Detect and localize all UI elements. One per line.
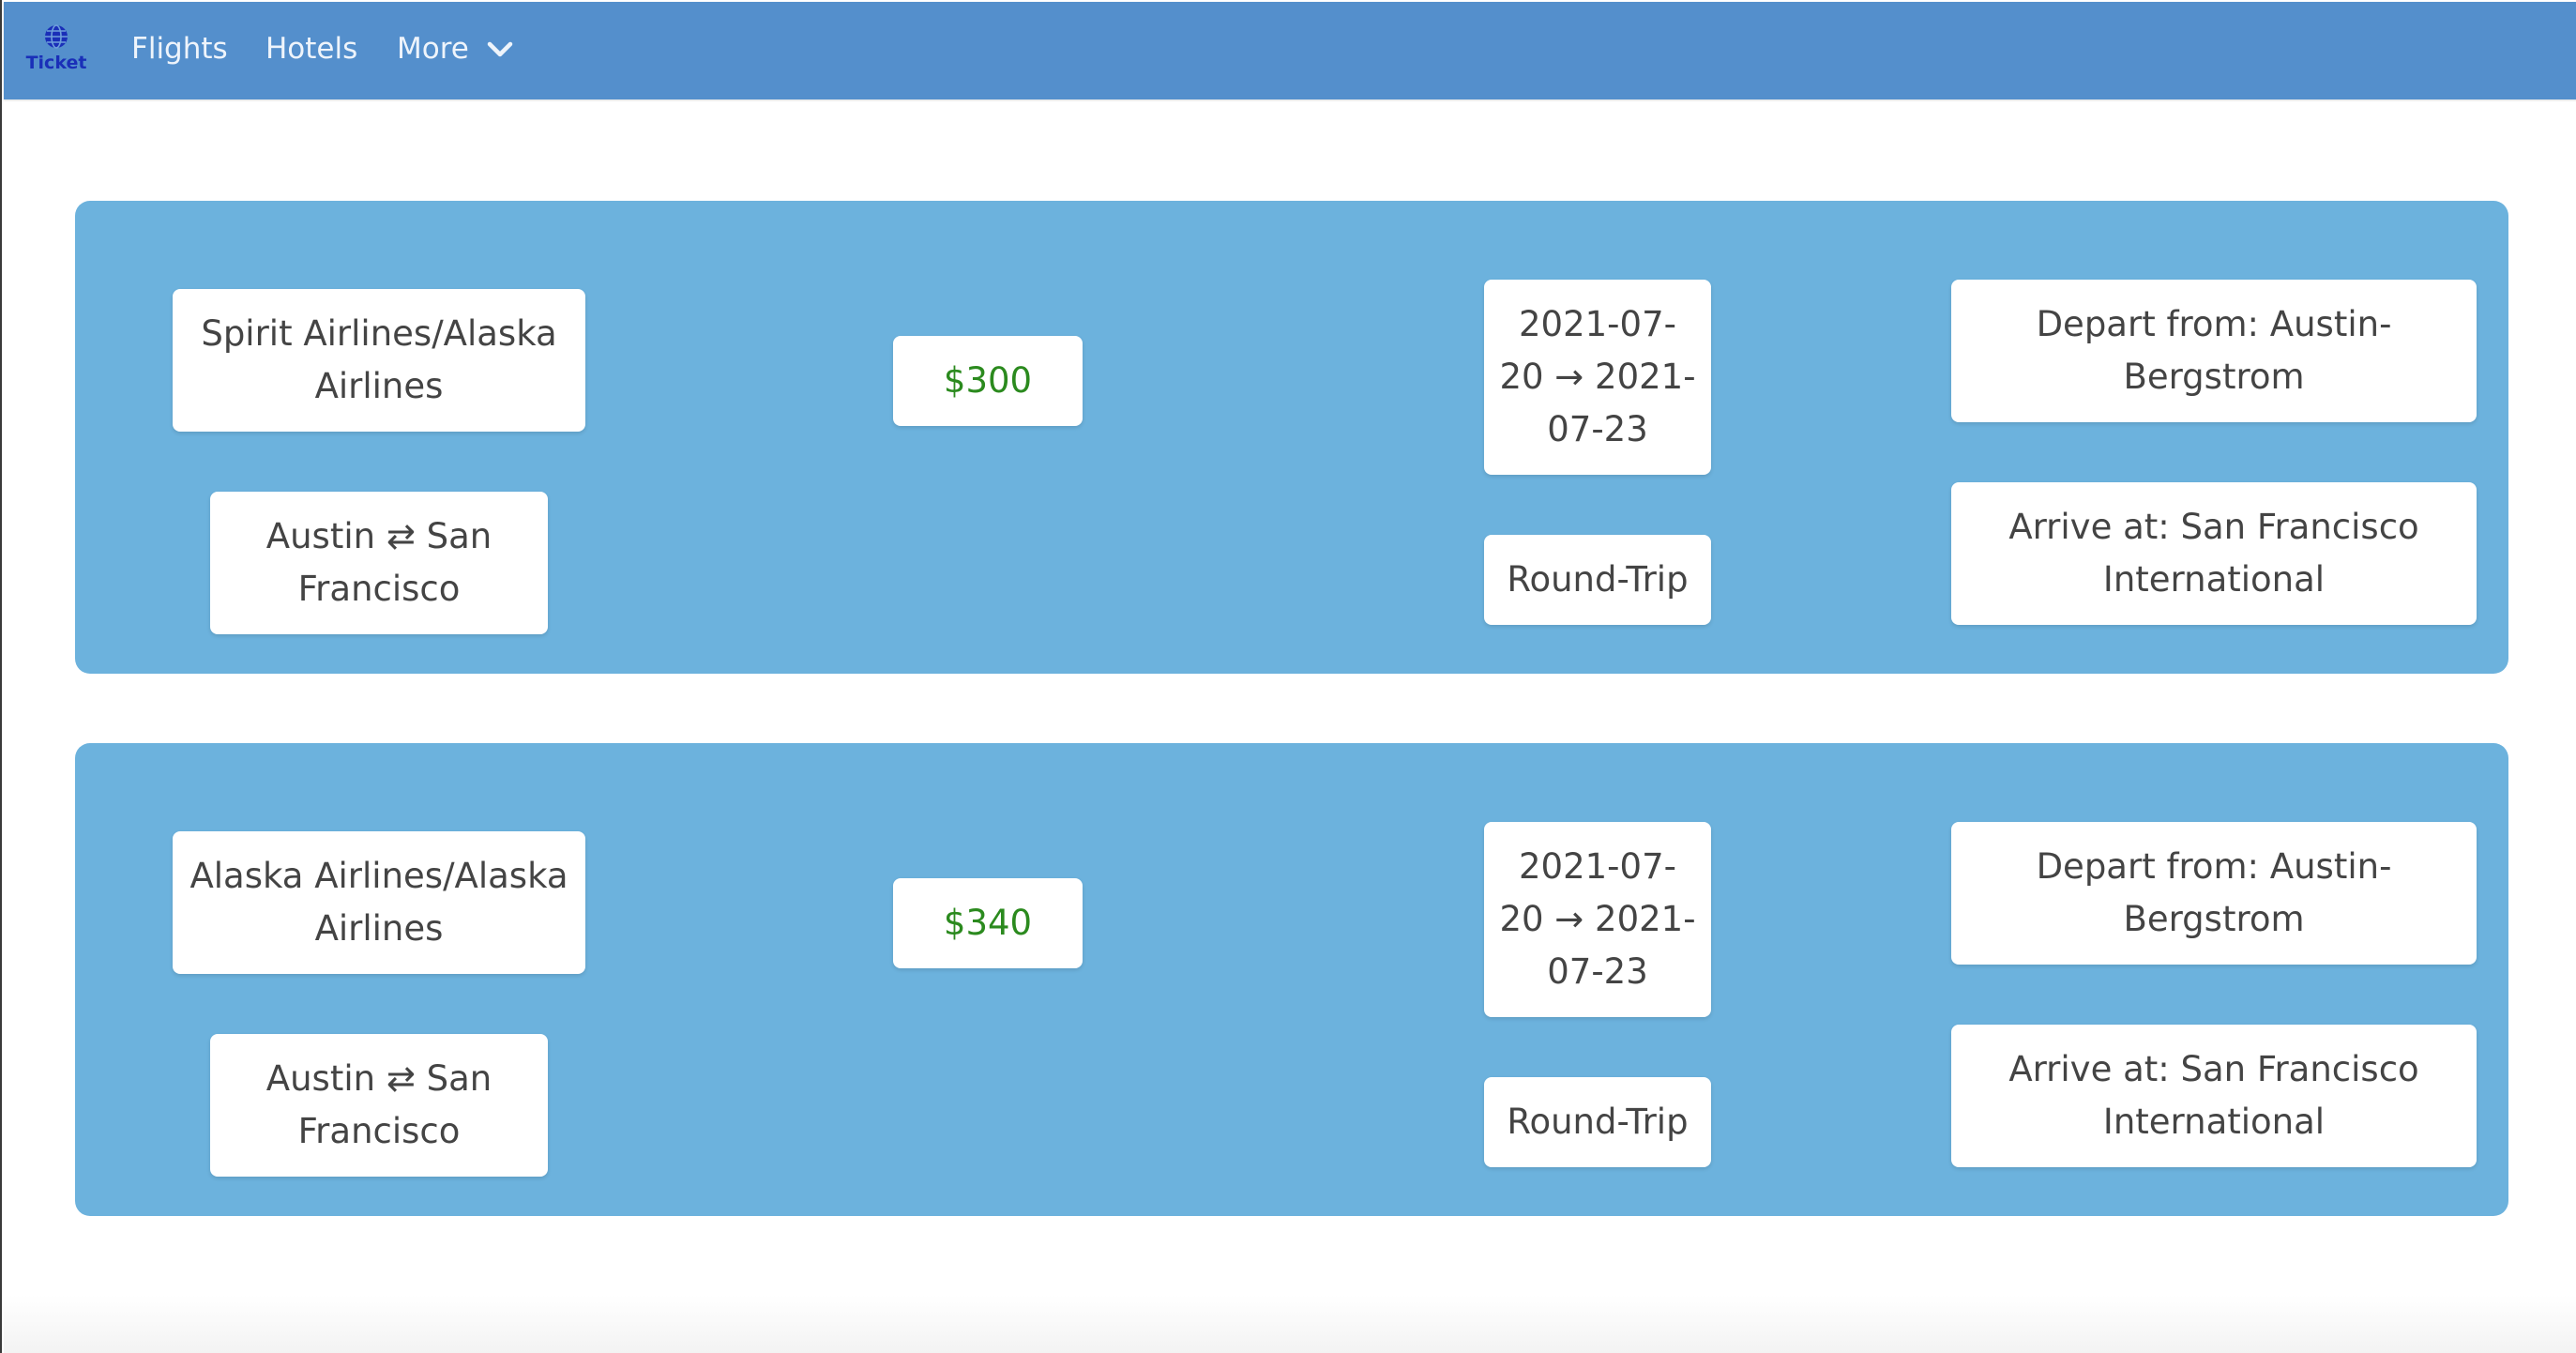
price-box: $340: [893, 878, 1083, 968]
price-box: $300: [893, 336, 1083, 426]
top-navbar: Ticket Flights Hotels More: [4, 2, 2576, 99]
airline-box: Spirit Airlines/Alaska Airlines: [173, 289, 585, 432]
nav-hotels-link[interactable]: Hotels: [265, 30, 357, 68]
trip-type-box: Round-Trip: [1484, 535, 1711, 625]
airline-name: Alaska Airlines/Alaska Airlines: [189, 856, 568, 949]
route-box: Austin ⇄ San Francisco: [210, 1034, 548, 1177]
nav-more-dropdown[interactable]: More: [397, 30, 469, 68]
route-text: Austin ⇄ San Francisco: [265, 1058, 492, 1151]
trip-type-box: Round-Trip: [1484, 1077, 1711, 1167]
airline-name: Spirit Airlines/Alaska Airlines: [201, 313, 557, 406]
depart-airport: Depart from: Austin-Bergstrom: [2036, 304, 2392, 397]
nav-flights-link[interactable]: Flights: [131, 30, 228, 68]
brand-logo[interactable]: Ticket: [23, 19, 90, 81]
route-box: Austin ⇄ San Francisco: [210, 492, 548, 634]
page-footer-shade: [4, 1295, 2576, 1353]
date-range: 2021-07-20 → 2021-07-23: [1499, 304, 1696, 449]
arrive-box: Arrive at: San Francisco International: [1951, 482, 2477, 625]
flight-card[interactable]: Spirit Airlines/Alaska Airlines Austin ⇄…: [75, 201, 2508, 674]
arrive-airport: Arrive at: San Francisco International: [2008, 1049, 2419, 1142]
depart-box: Depart from: Austin-Bergstrom: [1951, 822, 2477, 965]
dates-box: 2021-07-20 → 2021-07-23: [1484, 822, 1711, 1017]
route-text: Austin ⇄ San Francisco: [265, 516, 492, 609]
chevron-down-icon[interactable]: [486, 39, 514, 60]
trip-type: Round-Trip: [1507, 559, 1689, 600]
flight-card[interactable]: Alaska Airlines/Alaska Airlines Austin ⇄…: [75, 743, 2508, 1216]
airline-box: Alaska Airlines/Alaska Airlines: [173, 831, 585, 974]
depart-box: Depart from: Austin-Bergstrom: [1951, 280, 2477, 422]
trip-type: Round-Trip: [1507, 1102, 1689, 1142]
arrive-box: Arrive at: San Francisco International: [1951, 1025, 2477, 1167]
price-value: $300: [943, 360, 1033, 401]
dates-box: 2021-07-20 → 2021-07-23: [1484, 280, 1711, 475]
price-value: $340: [943, 903, 1033, 943]
arrive-airport: Arrive at: San Francisco International: [2008, 507, 2419, 600]
page: Ticket Flights Hotels More Spirit Airlin…: [0, 0, 2576, 1353]
depart-airport: Depart from: Austin-Bergstrom: [2036, 846, 2392, 939]
globe-icon: [45, 24, 68, 49]
date-range: 2021-07-20 → 2021-07-23: [1499, 846, 1696, 992]
brand-text: Ticket: [25, 53, 87, 73]
